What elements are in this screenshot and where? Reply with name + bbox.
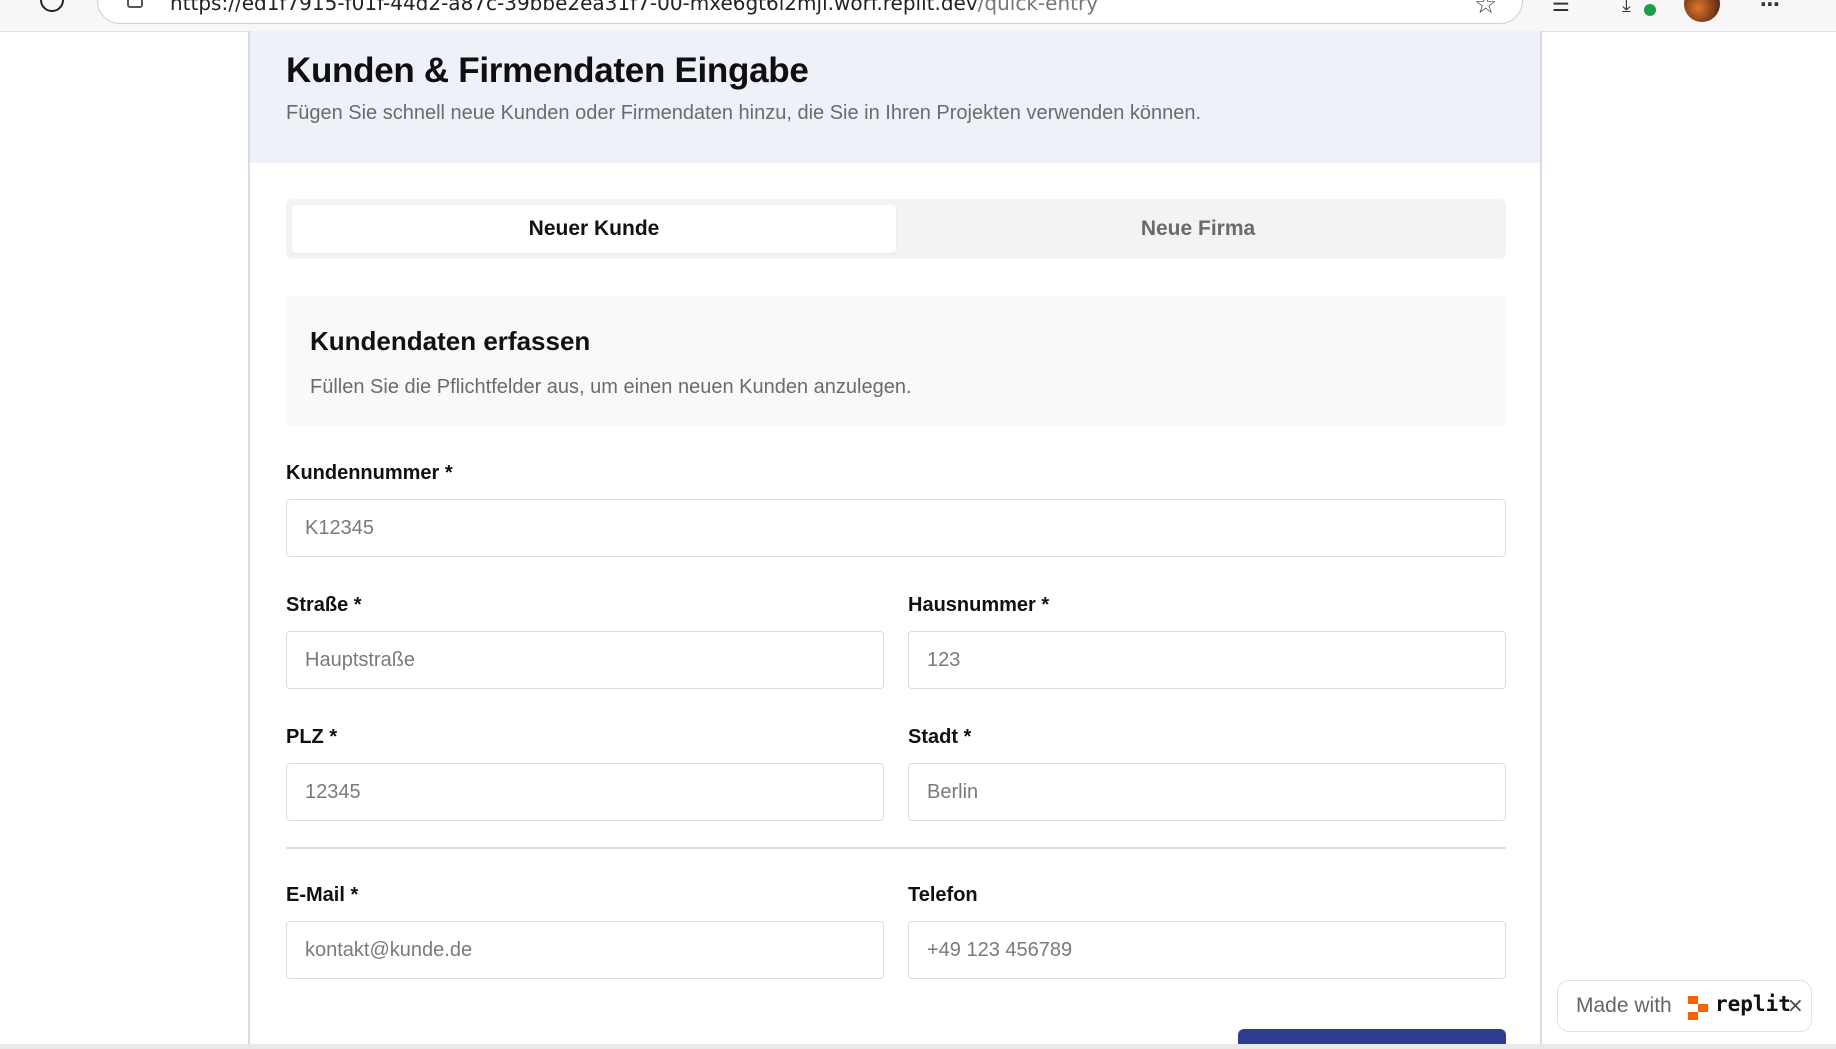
section-subtitle: Füllen Sie die Pflichtfelder aus, um ein… xyxy=(310,376,912,398)
address-url[interactable]: https://ed1f7915-f01f-44d2-a87c-39bbe2ea… xyxy=(170,0,1098,13)
strasse-label: Straße * xyxy=(286,594,362,616)
close-icon[interactable]: × xyxy=(1787,995,1804,1015)
entry-tabs: Neuer Kunde Neue Firma xyxy=(286,199,1506,259)
tab-neue-firma[interactable]: Neue Firma xyxy=(896,205,1500,253)
tab-neuer-kunde[interactable]: Neuer Kunde xyxy=(292,205,896,253)
made-with-replit-badge[interactable]: Made with replit × xyxy=(1557,980,1812,1032)
section-title: Kundendaten erfassen xyxy=(310,326,591,356)
downloads-icon[interactable]: ⤓ xyxy=(1622,0,1631,14)
kundennummer-label: Kundennummer * xyxy=(286,462,453,484)
quick-entry-card: Kunden & Firmendaten Eingabe Fügen Sie s… xyxy=(248,31,1542,1044)
strasse-input[interactable] xyxy=(286,631,884,689)
plz-label: PLZ * xyxy=(286,726,338,748)
page-subtitle: Fügen Sie schnell neue Kunden oder Firme… xyxy=(286,102,1202,124)
plz-input[interactable] xyxy=(286,763,884,821)
kundennummer-input[interactable] xyxy=(286,499,1506,557)
submit-button[interactable] xyxy=(1238,1029,1506,1044)
card-header: Kunden & Firmendaten Eingabe Fügen Sie s… xyxy=(250,31,1540,163)
download-complete-badge xyxy=(1644,4,1656,16)
email-input[interactable] xyxy=(286,921,884,979)
hausnummer-input[interactable] xyxy=(908,631,1506,689)
url-main: https://ed1f7915-f01f-44d2-a87c-39bbe2ea… xyxy=(170,0,978,15)
hausnummer-label: Hausnummer * xyxy=(908,594,1050,616)
collections-icon[interactable]: ☰ xyxy=(1552,0,1570,14)
page-title: Kunden & Firmendaten Eingabe xyxy=(286,51,809,90)
reload-icon[interactable] xyxy=(40,0,64,12)
browser-toolbar: https://ed1f7915-f01f-44d2-a87c-39bbe2ea… xyxy=(0,0,1836,32)
replit-brand-text: replit xyxy=(1715,992,1791,1016)
made-with-text: Made with xyxy=(1576,994,1672,1017)
star-icon[interactable]: ☆ xyxy=(1474,0,1497,18)
more-icon[interactable]: ⋯ xyxy=(1760,0,1780,14)
section-intro: Kundendaten erfassen Füllen Sie die Pfli… xyxy=(286,296,1506,426)
telefon-label: Telefon xyxy=(908,884,978,906)
telefon-input[interactable] xyxy=(908,921,1506,979)
stadt-input[interactable] xyxy=(908,763,1506,821)
stadt-label: Stadt * xyxy=(908,726,972,748)
profile-avatar[interactable] xyxy=(1684,0,1720,22)
replit-logo-icon xyxy=(1688,996,1710,1020)
site-info-icon[interactable] xyxy=(127,0,143,8)
bottom-edge xyxy=(0,1044,1836,1049)
email-label: E-Mail * xyxy=(286,884,359,906)
form-divider xyxy=(286,847,1506,849)
url-path: /quick-entry xyxy=(977,0,1099,15)
